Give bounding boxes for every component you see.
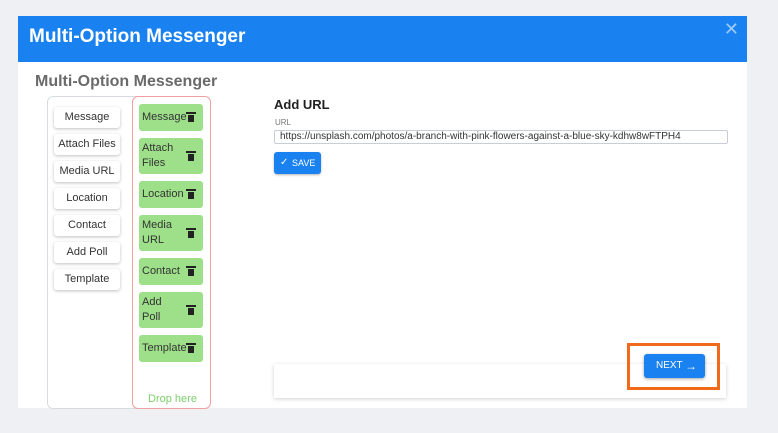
url-field-label: URL: [275, 118, 292, 127]
dropped-item-label: Message: [142, 111, 187, 123]
arrow-right-icon: →: [685, 359, 697, 373]
dropped-item-message[interactable]: Message: [139, 104, 203, 131]
trash-icon[interactable]: [186, 189, 196, 199]
dropped-item-contact[interactable]: Contact: [139, 258, 203, 285]
save-button[interactable]: ✓ SAVE: [274, 152, 321, 174]
option-contact-button[interactable]: Contact: [54, 215, 120, 236]
trash-icon[interactable]: [186, 151, 196, 161]
trash-icon[interactable]: [186, 305, 196, 315]
trash-icon[interactable]: [186, 112, 196, 122]
option-template-button[interactable]: Template: [54, 269, 120, 290]
dropped-item-label: Location: [142, 188, 184, 200]
option-add-poll-button[interactable]: Add Poll: [54, 242, 120, 263]
dropped-item-media-url[interactable]: Media URL: [139, 215, 203, 251]
add-url-heading: Add URL: [274, 97, 330, 112]
trash-icon[interactable]: [186, 343, 196, 353]
dropped-item-label: URL: [142, 234, 165, 246]
dropped-item-label: Add: [142, 296, 162, 308]
option-location-button[interactable]: Location: [54, 188, 120, 209]
trash-icon[interactable]: [186, 266, 196, 276]
close-icon[interactable]: ✕: [724, 20, 739, 38]
trash-icon[interactable]: [186, 228, 196, 238]
option-message-button[interactable]: Message: [54, 107, 120, 128]
drop-here-hint: Drop here: [148, 393, 197, 405]
dropped-item-label: Attach: [142, 142, 174, 154]
dialog-title: Multi-Option Messenger: [29, 26, 246, 47]
page-subtitle: Multi-Option Messenger: [35, 73, 218, 90]
dropped-item-location[interactable]: Location: [139, 181, 203, 208]
option-media-url-button[interactable]: Media URL: [54, 161, 120, 182]
dropped-item-template[interactable]: Template: [139, 335, 203, 362]
dropped-item-label: Media: [142, 219, 172, 231]
next-button[interactable]: NEXT →: [644, 354, 705, 378]
dropped-item-add-poll[interactable]: Add Poll: [139, 292, 203, 328]
page-backdrop: [0, 0, 778, 16]
dropped-item-attach-files[interactable]: Attach Files: [139, 138, 203, 174]
next-button-label: NEXT: [656, 360, 683, 371]
url-input[interactable]: https://unsplash.com/photos/a-branch-wit…: [274, 130, 728, 144]
dropped-item-label: Files: [142, 157, 166, 169]
option-attach-files-button[interactable]: Attach Files: [54, 134, 120, 155]
dialog-titlebar: Multi-Option Messenger ✕: [18, 16, 747, 62]
dropped-item-label: Template: [142, 342, 187, 354]
check-icon: ✓: [280, 157, 289, 168]
dropped-item-label: Contact: [142, 265, 180, 277]
dropped-item-label: Poll: [142, 311, 161, 323]
save-button-label: SAVE: [292, 158, 316, 168]
drop-zone[interactable]: Message Attach Files Location Media URL …: [132, 96, 211, 409]
